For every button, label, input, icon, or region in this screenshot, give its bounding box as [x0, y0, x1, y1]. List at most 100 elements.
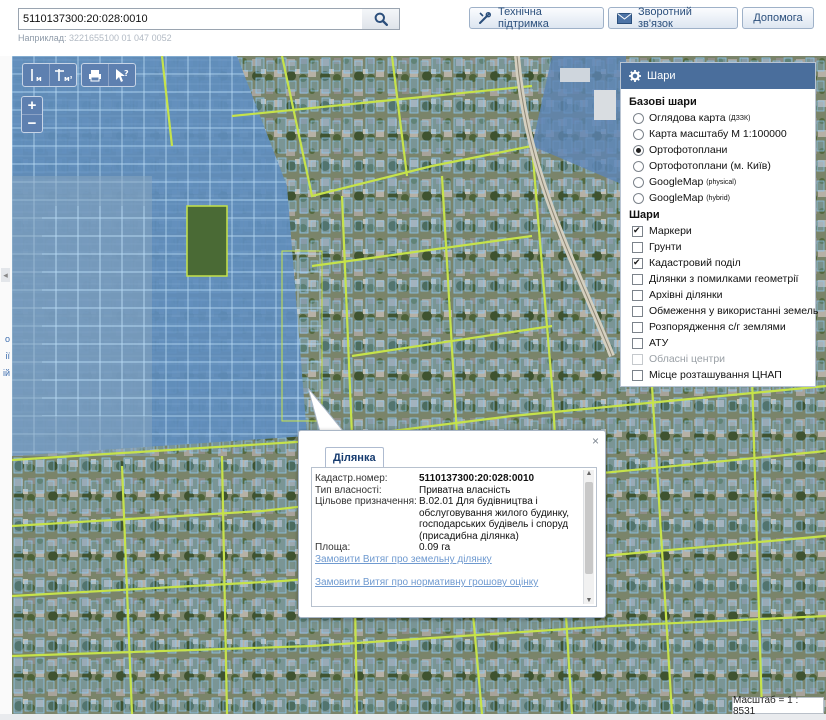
tech-support-label: Технічна підтримка [498, 6, 549, 30]
envelope-icon [617, 12, 632, 24]
radio-button[interactable] [633, 176, 644, 188]
order-extract-link[interactable]: Замовити Витяг про земельну ділянку [315, 554, 492, 565]
scroll-down-icon[interactable]: ▼ [584, 597, 594, 604]
layers-panel: Шари Базові шари Оглядова карта (ДЗЗК) Ка… [620, 62, 818, 387]
measure-tools: м м² [22, 63, 77, 87]
base-layer-label: GoogleMap [649, 176, 704, 188]
overlay-layer-option[interactable]: Кадастровий поділ [629, 255, 815, 271]
overlay-layer-label: Обласні центри [649, 353, 726, 365]
checkbox[interactable] [632, 289, 643, 301]
measure-area-button[interactable]: м² [50, 64, 76, 86]
base-layer-label: Оглядова карта [649, 112, 726, 124]
overlay-layer-label: Місце розташування ЦНАП [649, 369, 782, 381]
search-hint-label: Наприклад: [18, 33, 67, 43]
property-value: Приватна власність [419, 484, 511, 496]
property-row: Цільове призначення: В.02.01 Для будівниц… [315, 496, 585, 542]
zoom-in-button[interactable]: + [22, 97, 42, 115]
base-layers-heading: Базові шари [629, 96, 697, 108]
order-valuation-link[interactable]: Замовити Витяг про нормативну грошову оц… [315, 577, 538, 588]
property-value: 0.09 га [419, 542, 451, 553]
base-layer-sup: (hybrid) [706, 194, 730, 202]
search-box [18, 8, 400, 30]
overlay-layer-option[interactable]: Обмеження у використанні земель [629, 303, 818, 319]
tech-support-button[interactable]: Технічна підтримка [469, 6, 604, 30]
popup-scrollbar[interactable]: ▲ ▼ [583, 470, 594, 604]
radio-button[interactable] [633, 128, 644, 140]
layers-body: Базові шари Оглядова карта (ДЗЗК) Карта м… [621, 89, 818, 383]
radio-button[interactable] [633, 112, 644, 124]
tab-parcel[interactable]: Ділянка [325, 447, 384, 468]
checkbox [632, 353, 643, 365]
overlay-layers-list: Маркери Грунти Кадастровий поділ Ділянки з … [629, 223, 818, 383]
search-hint-example: 3221655100 01 047 0052 [68, 33, 172, 43]
radio-button[interactable] [633, 160, 644, 172]
overlay-layer-option: Обласні центри [629, 351, 815, 367]
overlay-layer-option[interactable]: Розпорядження с/г землями [629, 319, 815, 335]
measure-distance-button[interactable]: м [23, 64, 50, 86]
checkbox[interactable] [632, 337, 643, 349]
layers-header[interactable]: Шари [621, 63, 815, 89]
base-layer-option[interactable]: GoogleMap (physical) [629, 174, 815, 190]
help-button[interactable]: Допомога [742, 7, 814, 29]
gutter-link[interactable]: о [0, 331, 10, 348]
overlay-layer-option[interactable]: Архівні ділянки [629, 287, 815, 303]
overlay-layer-label: Маркери [649, 225, 692, 237]
base-layer-label: Ортофотоплани (м. Київ) [649, 160, 771, 172]
checkbox[interactable] [632, 241, 643, 253]
popup-content: Кадастр.номер: 5110137300:20:028:0010 Тип … [311, 467, 597, 607]
base-layer-option[interactable]: Ортофотоплани [629, 142, 815, 158]
gutter-link[interactable]: ії [0, 348, 11, 365]
scroll-up-icon[interactable]: ▲ [584, 470, 594, 477]
gutter-link[interactable]: ій [0, 365, 10, 382]
property-label: Тип власності: [315, 484, 382, 496]
bottom-strip [0, 714, 826, 720]
close-icon[interactable]: × [592, 434, 599, 448]
popup-pointer [307, 388, 346, 434]
identify-button[interactable]: ? [109, 64, 135, 86]
checkbox[interactable] [632, 257, 643, 269]
print-button[interactable] [82, 64, 109, 86]
collapse-arrow-icon[interactable]: ◂ [1, 268, 10, 282]
feedback-button[interactable]: Зворотний зв'язок [608, 6, 738, 30]
overlay-layer-option[interactable]: АТУ [629, 335, 815, 351]
parcel-info-popup: × Ділянка Кадастр.номер: 5110137300:20:02… [298, 430, 606, 618]
cadastral-search-input[interactable] [18, 8, 364, 30]
checkbox[interactable] [632, 273, 643, 285]
base-layer-option[interactable]: Ортофотоплани (м. Київ) [629, 158, 815, 174]
base-layer-option[interactable]: GoogleMap (hybrid) [629, 190, 815, 206]
overlay-layer-option[interactable]: Місце розташування ЦНАП [629, 367, 815, 383]
ruler-icon: м [28, 68, 44, 82]
checkbox[interactable] [632, 369, 643, 381]
property-value: В.02.01 Для будівництва і обслуговування… [419, 496, 570, 542]
radio-button[interactable] [633, 144, 644, 156]
zoom-control: + − [21, 96, 43, 133]
property-value: 5110137300:20:028:0010 [419, 473, 535, 484]
radio-button[interactable] [633, 192, 644, 204]
property-label: Цільове призначення: [315, 496, 417, 507]
scroll-thumb[interactable] [585, 482, 593, 574]
overlay-layer-option[interactable]: Маркери [629, 223, 815, 239]
property-label: Площа: [315, 542, 351, 553]
search-hint: Наприклад: 3221655100 01 047 0052 [18, 33, 172, 43]
base-layer-option[interactable]: Карта масштабу М 1:100000 [629, 126, 815, 142]
checkbox[interactable] [632, 305, 643, 317]
search-button[interactable] [362, 8, 400, 30]
property-row: Площа: 0.09 га [315, 542, 585, 554]
parcel-properties: Кадастр.номер: 5110137300:20:028:0010 Тип … [315, 473, 585, 554]
top-bar: Наприклад: 3221655100 01 047 0052 Техніч… [0, 0, 826, 56]
checkbox[interactable] [632, 225, 643, 237]
overlay-layer-label: Грунти [649, 241, 682, 253]
misc-tools: ? [81, 63, 136, 87]
overlay-layers-heading: Шари [629, 209, 660, 221]
help-label: Допомога [753, 12, 803, 24]
overlay-layer-option[interactable]: Ділянки з помилками геометрії [629, 271, 815, 287]
base-layer-sup: (physical) [706, 178, 737, 186]
printer-icon [88, 69, 102, 82]
zoom-out-button[interactable]: − [22, 115, 42, 132]
base-layers-list: Оглядова карта (ДЗЗК) Карта масштабу М 1:… [629, 110, 815, 206]
overlay-layer-option[interactable]: Грунти [629, 239, 815, 255]
base-layer-option[interactable]: Оглядова карта (ДЗЗК) [629, 110, 815, 126]
overlay-layer-label: Розпорядження с/г землями [649, 321, 786, 333]
svg-text:?: ? [124, 69, 129, 78]
checkbox[interactable] [632, 321, 643, 333]
